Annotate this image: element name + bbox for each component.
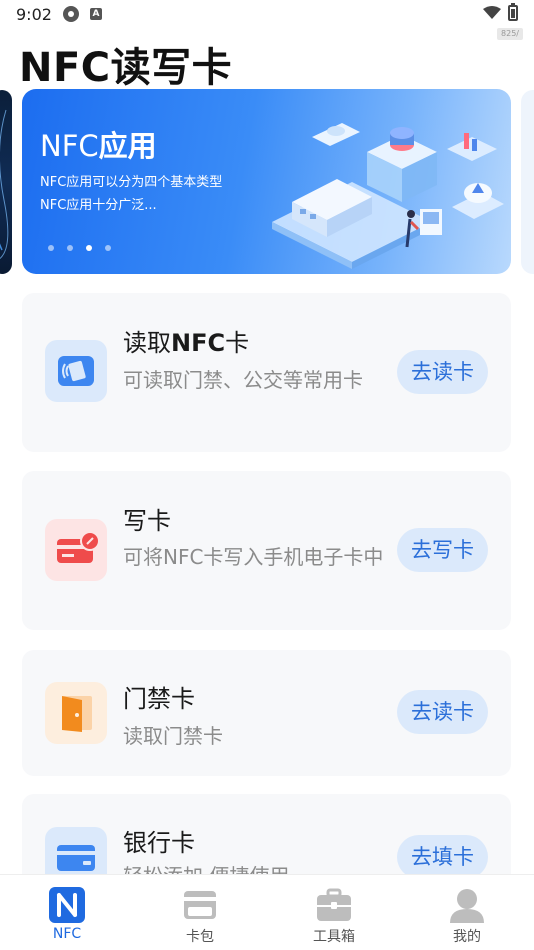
card-description: 可将NFC卡写入手机电子卡中 bbox=[123, 545, 384, 569]
banner-title: NFC应用 bbox=[40, 129, 157, 163]
go-read-access-button[interactable]: 去读卡 bbox=[397, 690, 488, 734]
banner-description-line1: NFC应用可以分为四个基本类型 bbox=[40, 175, 223, 190]
pagination-dot[interactable] bbox=[105, 245, 111, 251]
banner-pagination bbox=[48, 245, 111, 251]
page-title: NFC读写卡 bbox=[19, 45, 233, 91]
card-title: 门禁卡 bbox=[123, 685, 195, 713]
write-card-item[interactable]: 写卡 可将NFC卡写入手机电子卡中 去写卡 bbox=[22, 471, 511, 630]
banner-slide[interactable]: NFC应用 NFC应用可以分为四个基本类型 NFC应用十分广泛... bbox=[22, 89, 511, 274]
card-description: 读取门禁卡 bbox=[123, 724, 223, 748]
nfc-icon bbox=[49, 887, 85, 923]
wifi-icon bbox=[483, 6, 501, 19]
door-icon bbox=[45, 682, 107, 744]
status-bar: 9:02 A bbox=[0, 0, 534, 30]
card-write-icon bbox=[45, 519, 107, 581]
go-add-card-button[interactable]: 去填卡 bbox=[397, 835, 488, 879]
card-title: 银行卡 bbox=[123, 829, 195, 857]
nav-item-toolbox[interactable]: 工具箱 bbox=[267, 875, 401, 950]
status-time: 9:02 bbox=[16, 5, 52, 24]
app-screen: 9:02 A 825/ NFC读写卡 NFC应用 NFC应用可以分为四个基本类型… bbox=[0, 0, 534, 950]
isometric-servers-illustration bbox=[272, 123, 504, 269]
battery-icon bbox=[508, 3, 518, 21]
app-notification-icon: A bbox=[90, 8, 102, 20]
card-title: 读取NFC卡 bbox=[123, 329, 250, 357]
go-read-button[interactable]: 去读卡 bbox=[397, 350, 488, 394]
toolbox-icon bbox=[317, 888, 351, 921]
nav-label: 卡包 bbox=[186, 929, 214, 945]
pagination-dot-active[interactable] bbox=[86, 245, 92, 251]
wallet-icon bbox=[184, 891, 216, 919]
bottom-navigation: NFC 卡包 工具箱 我的 bbox=[0, 874, 534, 950]
nav-label: NFC bbox=[52, 926, 82, 942]
notification-icon bbox=[63, 6, 79, 22]
banner-previous-slide[interactable] bbox=[0, 90, 12, 274]
pagination-dot[interactable] bbox=[48, 245, 54, 251]
nav-label: 工具箱 bbox=[313, 929, 355, 945]
card-title: 写卡 bbox=[123, 507, 171, 535]
debug-badge: 825/ bbox=[497, 28, 523, 40]
access-card-item[interactable]: 门禁卡 读取门禁卡 去读卡 bbox=[22, 650, 511, 776]
card-description: 可读取门禁、公交等常用卡 bbox=[123, 368, 363, 392]
nav-item-profile[interactable]: 我的 bbox=[400, 875, 534, 950]
pagination-dot[interactable] bbox=[67, 245, 73, 251]
nav-item-wallet[interactable]: 卡包 bbox=[133, 875, 267, 950]
profile-icon bbox=[450, 889, 484, 923]
banner-next-slide[interactable] bbox=[521, 90, 534, 274]
banner-description-line2: NFC应用十分广泛... bbox=[40, 198, 157, 213]
read-nfc-card-item[interactable]: 读取NFC卡 可读取门禁、公交等常用卡 去读卡 bbox=[22, 293, 511, 452]
nfc-read-icon bbox=[45, 340, 107, 402]
nav-item-nfc[interactable]: NFC bbox=[0, 875, 134, 950]
go-write-button[interactable]: 去写卡 bbox=[397, 528, 488, 572]
nav-label: 我的 bbox=[453, 929, 481, 945]
